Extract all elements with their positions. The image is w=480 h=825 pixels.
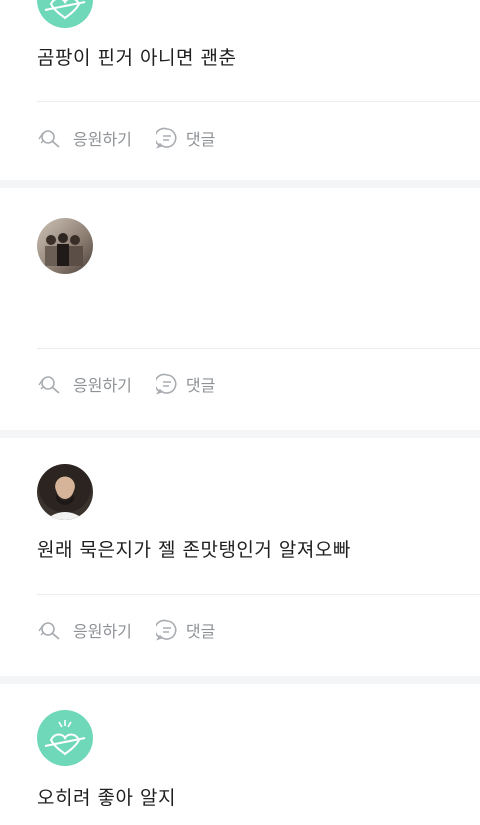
cheer-label: 응원하기 — [73, 130, 132, 149]
comment-button[interactable]: 댓글 — [155, 126, 216, 150]
comment-label: 댓글 — [185, 376, 216, 395]
comment-text: 오히려 좋아 알지 — [37, 787, 176, 809]
cheer-icon — [38, 376, 60, 394]
cheer-icon — [38, 130, 60, 148]
avatar[interactable] — [37, 0, 93, 28]
comment-text: 원래 묵은지가 젤 존맛탱인거 알져오빠 — [37, 539, 351, 561]
heart-logo-icon — [44, 0, 86, 20]
comment-icon — [155, 619, 177, 641]
comment-card: 곰팡이 핀거 아니면 괜춘 응원하기 댓글 — [0, 0, 480, 180]
comment-card: 원래 묵은지가 젤 존맛탱인거 알져오빠 응원하기 댓글 — [0, 438, 480, 676]
comment-card: 오히려 좋아 알지 — [0, 684, 480, 825]
divider — [37, 348, 480, 349]
cheer-label: 응원하기 — [73, 376, 132, 395]
action-bar: 응원하기 댓글 — [37, 126, 215, 150]
avatar[interactable] — [37, 218, 93, 274]
cheer-button[interactable]: 응원하기 — [37, 372, 132, 396]
comment-icon — [155, 373, 177, 395]
comment-text: 곰팡이 핀거 아니면 괜춘 — [37, 47, 237, 69]
comment-button[interactable]: 댓글 — [155, 372, 216, 396]
avatar[interactable] — [37, 464, 93, 520]
comment-card: 응원하기 댓글 — [0, 188, 480, 430]
cheer-label: 응원하기 — [73, 622, 132, 641]
divider — [37, 101, 480, 102]
cheer-button[interactable]: 응원하기 — [37, 126, 132, 150]
cheer-button[interactable]: 응원하기 — [37, 618, 132, 642]
comment-icon — [155, 127, 177, 149]
heart-logo-icon — [44, 720, 86, 756]
cheer-icon — [38, 622, 60, 640]
comment-feed: 곰팡이 핀거 아니면 괜춘 응원하기 댓글 응원하기 댓글 원래 묵은지가 젤 … — [0, 0, 480, 825]
divider — [37, 594, 480, 595]
action-bar: 응원하기 댓글 — [37, 372, 215, 396]
comment-label: 댓글 — [185, 622, 216, 641]
action-bar: 응원하기 댓글 — [37, 618, 215, 642]
group-photo-icon — [45, 233, 83, 266]
avatar[interactable] — [37, 710, 93, 766]
comment-label: 댓글 — [185, 130, 216, 149]
profile-photo-icon — [45, 477, 85, 520]
comment-button[interactable]: 댓글 — [155, 618, 216, 642]
